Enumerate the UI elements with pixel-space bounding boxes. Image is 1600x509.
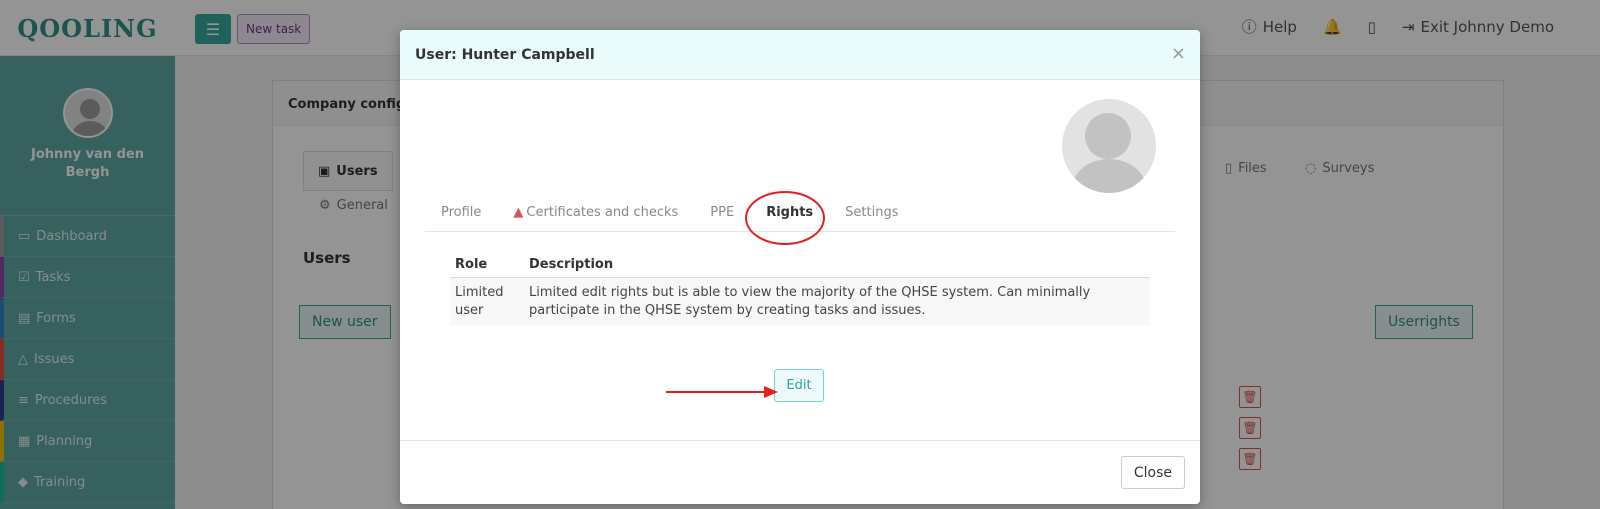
table-row: Limited user Limited edit rights but is …: [450, 277, 1150, 326]
role-cell: Limited user: [450, 277, 524, 326]
tab-label: Certificates and checks: [526, 205, 679, 220]
close-icon[interactable]: ×: [1171, 43, 1186, 64]
tab-rights[interactable]: Rights: [750, 205, 829, 231]
rights-table: Role Description Limited user Limited ed…: [450, 249, 1150, 326]
user-modal: User: Hunter Campbell × Profile ▲ Certifi…: [400, 30, 1200, 504]
modal-footer: Close: [400, 440, 1200, 504]
modal-header: User: Hunter Campbell: [400, 30, 1200, 80]
description-cell: Limited edit rights but is able to view …: [524, 277, 1150, 326]
tab-certificates[interactable]: ▲ Certificates and checks: [497, 205, 694, 231]
tab-settings[interactable]: Settings: [829, 205, 914, 231]
tab-label: Profile: [441, 205, 482, 220]
table-header-row: Role Description: [450, 249, 1150, 278]
tab-label: Settings: [845, 205, 899, 220]
tab-ppe[interactable]: PPE: [694, 205, 750, 231]
modal-tabs: Profile ▲ Certificates and checks PPE Rig…: [425, 195, 1175, 232]
modal-title: User: Hunter Campbell: [415, 46, 595, 63]
tab-label: Rights: [766, 205, 814, 220]
close-button[interactable]: Close: [1120, 456, 1185, 489]
column-header-description: Description: [524, 249, 1150, 278]
tab-profile[interactable]: Profile: [425, 205, 497, 231]
edit-button[interactable]: Edit: [774, 369, 824, 402]
tab-label: PPE: [710, 205, 735, 220]
warning-icon: ▲: [513, 205, 524, 220]
user-avatar: [1062, 99, 1156, 193]
column-header-role: Role: [450, 249, 524, 278]
